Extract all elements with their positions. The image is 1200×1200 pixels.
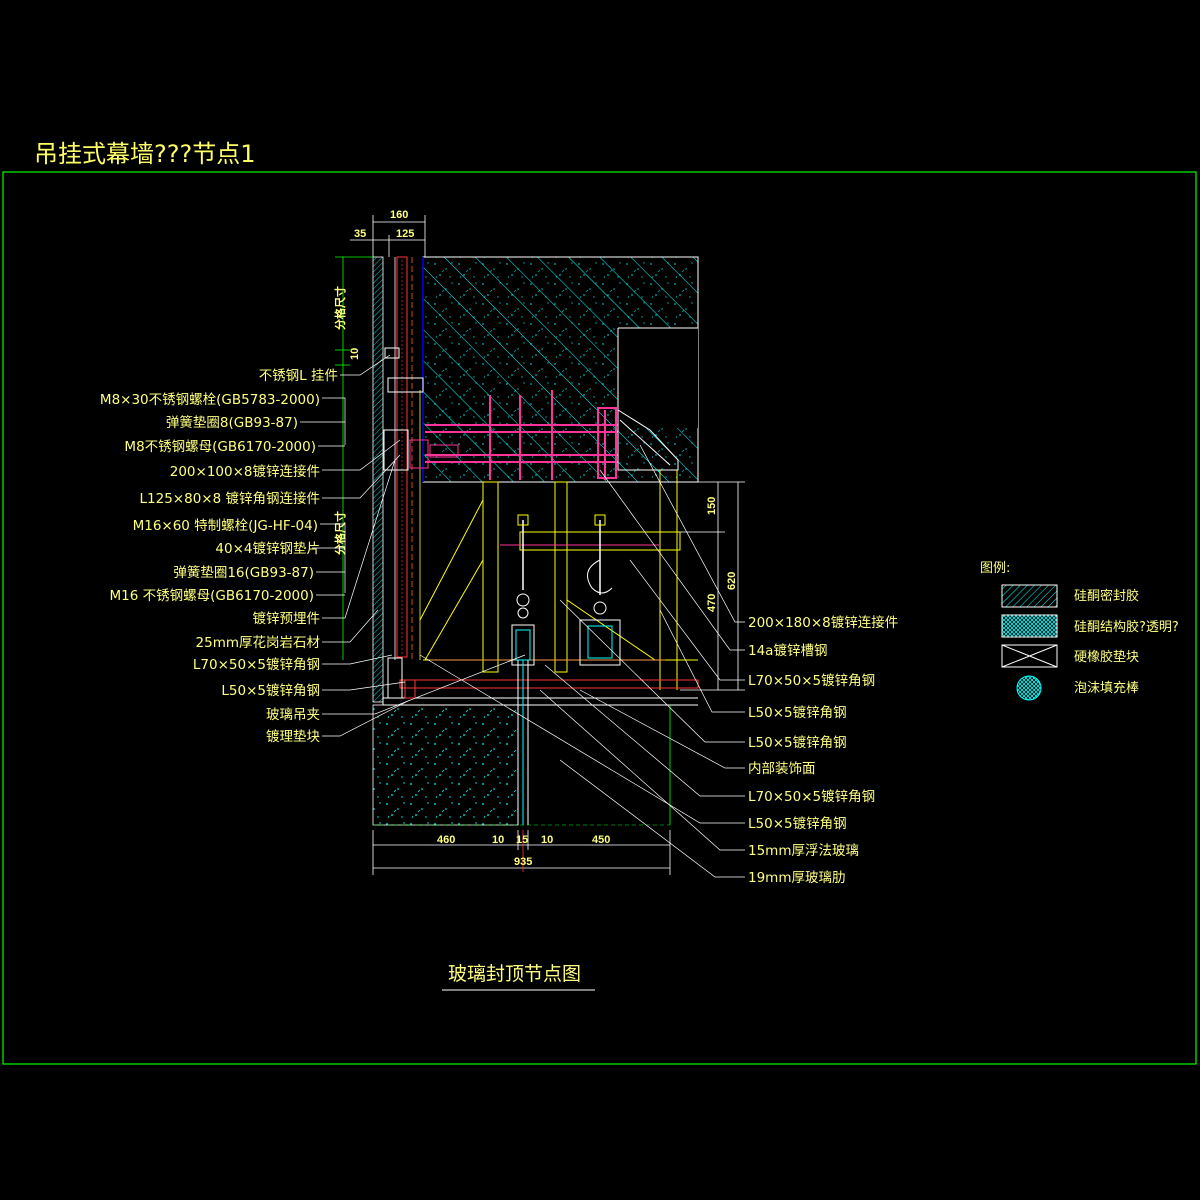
- foam-rod-icon: [1016, 675, 1042, 701]
- callout-left-7: M16×60 特制螺栓(JG-HF-04): [133, 518, 318, 534]
- callout-right-1: 200×180×8镀锌连接件: [748, 614, 898, 631]
- callout-left-10: M16 不锈钢螺母(GB6170-2000): [110, 588, 314, 604]
- callout-right-4: L50×5镀锌角钢: [748, 704, 847, 721]
- right-callouts: 200×180×8镀锌连接件 14a镀锌槽钢 L70×50×5镀锌角钢 L50×…: [748, 614, 898, 886]
- callout-left-6: L125×80×8 镀锌角钢连接件: [140, 490, 320, 507]
- sheet-title: 吊挂式幕墙???节点1: [34, 140, 255, 168]
- concrete-slab: [422, 256, 699, 483]
- x-box-icon: [1001, 644, 1058, 668]
- callout-right-10: 19mm厚玻璃肋: [748, 869, 845, 886]
- left-callouts: 不锈钢L 挂件 M8×30不锈钢螺栓(GB5783-2000) 弹簧垫圈8(GB…: [100, 368, 338, 745]
- dim-bottom-4: 10: [541, 834, 553, 846]
- dim-bottom-2: 10: [492, 834, 504, 846]
- callout-left-9: 弹簧垫圈16(GB93-87): [173, 565, 314, 581]
- dim-top-left: 35: [354, 228, 366, 240]
- hatch-diagonal-icon: [1001, 584, 1058, 608]
- cad-drawing: 吊挂式幕墙???节点1 160 35 125 150 620 470 460 1…: [2, 140, 1197, 1065]
- dim-vertical-small: 10: [349, 348, 361, 360]
- callout-left-14: L50×5镀锌角钢: [221, 682, 320, 699]
- callout-left-1: 不锈钢L 挂件: [259, 368, 338, 384]
- glass-clamp-right: [579, 514, 621, 666]
- legend-label-4: 泡沫填充棒: [1074, 680, 1139, 696]
- legend-label-3: 硬橡胶垫块: [1074, 649, 1139, 665]
- callout-right-7: L70×50×5镀锌角钢: [748, 788, 875, 805]
- callout-left-15: 玻璃吊夹: [266, 706, 320, 723]
- callout-left-2: M8×30不锈钢螺栓(GB5783-2000): [100, 392, 320, 408]
- dim-top-right: 125: [396, 228, 414, 240]
- glass-clamp-left: [511, 514, 535, 666]
- callout-right-8: L50×5镀锌角钢: [748, 815, 847, 832]
- glass-panel: [372, 660, 671, 826]
- dim-bottom-3: 15: [516, 834, 528, 846]
- callout-right-6: 内部装饰面: [748, 761, 816, 777]
- callout-left-5: 200×100×8镀锌连接件: [170, 463, 320, 480]
- callout-left-16: 镀理垫块: [266, 728, 320, 745]
- dim-right-upper: 150: [706, 497, 718, 515]
- ceiling-angles: [382, 657, 699, 706]
- legend: 图例: 硅酮密封胶 硅酮结构胶?透明? 硬橡胶垫块 泡沫填充棒: [980, 561, 1179, 701]
- node-geometry: [372, 256, 699, 826]
- hatch-crosshatch-icon: [1001, 614, 1058, 638]
- callout-left-11: 镀锌预埋件: [253, 610, 321, 627]
- callout-right-5: L50×5镀锌角钢: [748, 734, 847, 751]
- callout-left-4: M8不锈钢螺母(GB6170-2000): [124, 439, 316, 455]
- dim-top-total: 160: [390, 209, 408, 221]
- vertical-note-upper: 分格尺寸: [333, 286, 347, 330]
- dim-bottom-total: 935: [514, 856, 532, 868]
- granite-stone: [372, 256, 421, 703]
- callout-right-9: 15mm厚浮法玻璃: [748, 842, 859, 859]
- legend-label-1: 硅酮密封胶: [1074, 588, 1139, 604]
- callout-left-12: 25mm厚花岗岩石材: [196, 635, 320, 651]
- legend-label-2: 硅酮结构胶?透明?: [1074, 619, 1179, 635]
- callout-right-3: L70×50×5镀锌角钢: [748, 672, 875, 689]
- legend-title: 图例:: [980, 561, 1010, 576]
- callout-left-13: L70×50×5镀锌角钢: [193, 656, 320, 673]
- dim-bottom-1: 460: [437, 834, 455, 846]
- callout-right-2: 14a镀锌槽钢: [748, 642, 827, 659]
- dim-right-total: 620: [726, 572, 738, 590]
- drawing-caption: 玻璃封顶节点图: [448, 963, 581, 985]
- callout-left-3: 弹簧垫圈8(GB93-87): [166, 415, 298, 431]
- dim-right-lower: 470: [706, 594, 718, 612]
- dim-bottom-5: 450: [592, 834, 610, 846]
- hanging-frame: [419, 470, 698, 690]
- callout-left-8: 40×4镀锌钢垫片: [215, 540, 320, 557]
